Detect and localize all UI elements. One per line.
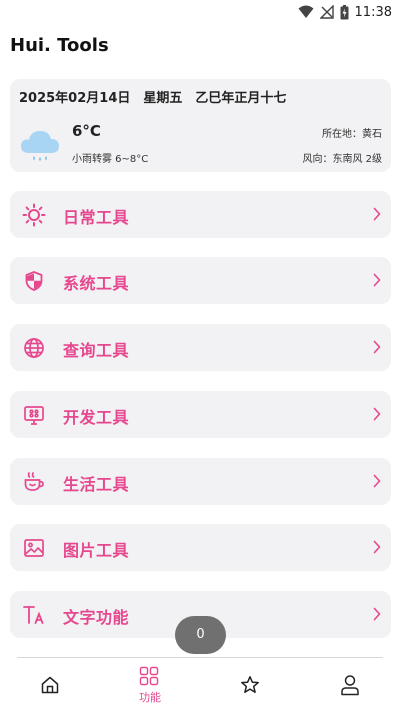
signal-off-icon <box>319 5 334 19</box>
battery-charging-icon <box>340 4 349 19</box>
app-title: Hui. Tools <box>10 35 109 56</box>
menu-item-life-tools[interactable]: 生活工具 <box>10 458 391 505</box>
nav-item-label: 功能 <box>139 691 161 704</box>
weather-date-line: 2025年02月14日 星期五 乙巳年正月十七 <box>19 87 299 106</box>
weather-weekday: 星期五 <box>143 91 183 106</box>
wifi-icon <box>298 5 314 18</box>
nav-item-functions[interactable]: 功能 <box>100 658 200 712</box>
shield-icon <box>25 271 43 291</box>
chevron-right-icon <box>373 340 381 354</box>
menu-item-label: 生活工具 <box>63 475 130 494</box>
nav-item-home[interactable] <box>0 658 100 712</box>
chevron-right-icon <box>373 273 381 287</box>
grid-icon <box>139 666 159 686</box>
chevron-right-icon <box>373 474 381 488</box>
nav-item-favorites[interactable] <box>200 658 300 712</box>
text-icon <box>23 606 44 624</box>
menu-item-label: 日常工具 <box>63 208 130 227</box>
menu-item-label: 查询工具 <box>63 341 130 360</box>
sun-icon <box>22 203 46 227</box>
nav-item-profile[interactable] <box>300 658 400 712</box>
weather-card: 2025年02月14日 星期五 乙巳年正月十七 6°C 小雨转雾 6~8°C 所在地… <box>10 79 391 172</box>
weather-lunar-date: 乙巳年正月十七 <box>195 91 287 106</box>
menu-item-image-tools[interactable]: 图片工具 <box>10 524 391 571</box>
menu-item-label: 开发工具 <box>63 408 130 427</box>
menu-item-system-tools[interactable]: 系统工具 <box>10 257 391 304</box>
weather-wind: 风向：东南风 2级 <box>302 154 382 165</box>
weather-location: 所在地：黄石 <box>322 129 382 140</box>
weather-date: 2025年02月14日 <box>19 91 131 106</box>
menu-item-label: 文字功能 <box>63 608 130 627</box>
bottom-nav: 功能 <box>0 658 400 712</box>
menu-item-query-tools[interactable]: 查询工具 <box>10 324 391 371</box>
home-icon <box>41 676 59 694</box>
user-icon <box>341 675 359 696</box>
menu-item-label: 系统工具 <box>63 274 130 293</box>
menu-item-dev-tools[interactable]: 开发工具 <box>10 391 391 438</box>
rain-cloud-icon <box>21 131 59 161</box>
status-bar: 11:38 <box>0 0 400 24</box>
chevron-right-icon <box>373 540 381 554</box>
menu-item-daily-tools[interactable]: 日常工具 <box>10 191 391 238</box>
image-icon <box>24 539 44 557</box>
chevron-right-icon <box>373 407 381 421</box>
weather-description: 小雨转雾 6~8°C <box>72 154 149 165</box>
globe-icon <box>24 338 44 358</box>
toast-message: 0 <box>175 616 226 654</box>
chevron-right-icon <box>373 207 381 221</box>
star-icon <box>241 676 259 693</box>
status-time: 11:38 <box>354 4 392 20</box>
chevron-right-icon <box>373 607 381 621</box>
coffee-cup-icon <box>24 472 44 491</box>
status-icons: 11:38 <box>298 3 392 21</box>
monitor-icon <box>24 406 44 425</box>
menu-item-label: 图片工具 <box>63 541 130 560</box>
weather-temperature: 6°C <box>72 122 101 140</box>
